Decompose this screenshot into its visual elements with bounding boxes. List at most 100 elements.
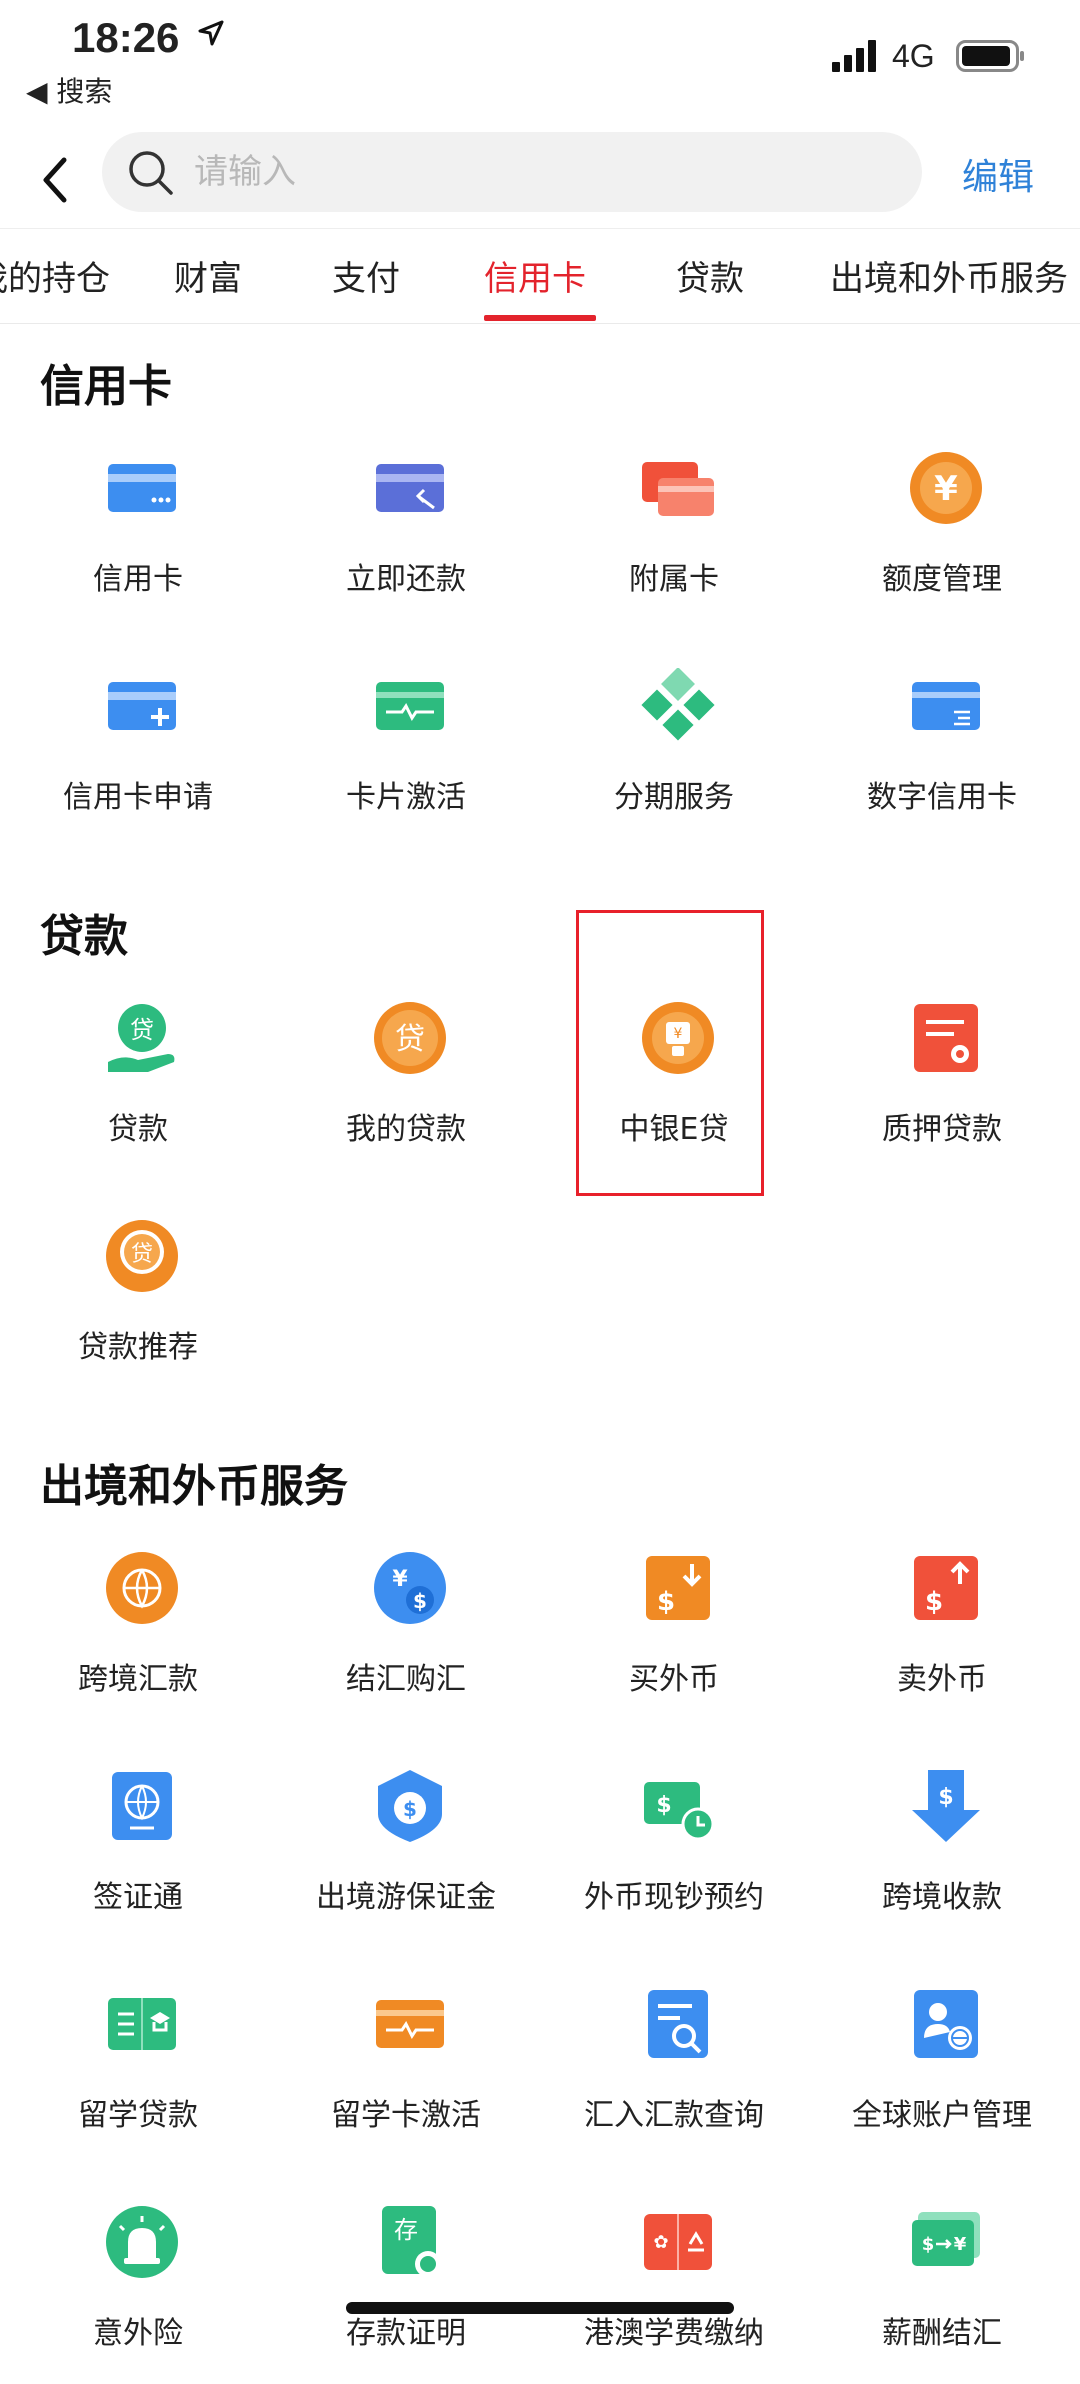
service-label: 贷款 — [108, 1112, 168, 1147]
service-global-account[interactable]: 全球账户管理 — [808, 1986, 1076, 2166]
service-remittance-query[interactable]: 汇入汇款查询 — [540, 1986, 808, 2166]
service-credit-card[interactable]: 信用卡 — [4, 450, 272, 630]
svg-text:贷: 贷 — [131, 1242, 153, 1267]
service-supplementary-card[interactable]: 附属卡 — [540, 450, 808, 630]
global-account-icon — [914, 1990, 978, 2058]
highlight-box — [576, 910, 764, 1196]
service-cross-border-receive[interactable]: $ 跨境收款 — [808, 1768, 1076, 1948]
status-bar: 18:26 ◀ 搜索 4G — [0, 0, 1080, 120]
section-title-overseas: 出境和外币服务 — [40, 1461, 348, 1512]
service-sell-currency[interactable]: $ 卖外币 — [808, 1550, 1076, 1730]
svg-text:$: $ — [938, 1785, 953, 1810]
service-label: 港澳学费缴纳 — [584, 2316, 764, 2351]
service-label: 立即还款 — [346, 562, 466, 597]
edit-button[interactable]: 编辑 — [962, 148, 1034, 200]
svg-text:¥: ¥ — [934, 469, 958, 509]
service-buy-currency[interactable]: $ 买外币 — [540, 1550, 808, 1730]
service-accident-insurance[interactable]: 意外险 — [4, 2204, 272, 2384]
service-label: 意外险 — [93, 2316, 183, 2351]
service-label: 我的贷款 — [346, 1112, 466, 1147]
service-label: 跨境收款 — [882, 1880, 1002, 1915]
service-label: 买外币 — [629, 1662, 719, 1697]
svg-text:¥: ¥ — [392, 1567, 408, 1592]
service-label: 贷款推荐 — [78, 1330, 198, 1365]
status-time: 18:26 — [72, 14, 180, 61]
service-visa[interactable]: 签证通 — [4, 1768, 272, 1948]
tab-wealth[interactable]: 财富 — [174, 251, 242, 300]
tab-overseas-services[interactable]: 出境和外币服务 — [830, 251, 1068, 300]
study-card-icon — [376, 2000, 444, 2048]
service-label: 外币现钞预约 — [584, 1880, 764, 1915]
location-arrow-icon — [198, 20, 224, 46]
service-repay-now[interactable]: 立即还款 — [272, 450, 540, 630]
service-hk-macau-tuition[interactable]: ✿ 港澳学费缴纳 — [540, 2204, 808, 2384]
service-label: 跨境汇款 — [78, 1662, 198, 1697]
service-deposit-certificate[interactable]: 存 存款证明 — [272, 2204, 540, 2384]
service-label: 数字信用卡 — [867, 780, 1017, 815]
service-label: 留学贷款 — [78, 2098, 198, 2133]
sell-currency-icon: $ — [914, 1556, 978, 1620]
loan-recommend-icon: 贷 — [106, 1220, 178, 1292]
svg-text:¥: ¥ — [954, 2234, 967, 2255]
service-salary-exchange[interactable]: $ ¥ 薪酬结汇 — [808, 2204, 1076, 2384]
pledge-loan-icon — [914, 1004, 978, 1072]
network-type: 4G — [892, 38, 935, 74]
tab-holdings[interactable]: 我的持仓 — [0, 251, 110, 300]
search-input[interactable] — [194, 132, 894, 212]
service-label: 留学卡激活 — [331, 2098, 481, 2133]
service-loan[interactable]: 贷 贷款 — [4, 1000, 272, 1180]
my-loan-icon: 贷 — [374, 1002, 446, 1074]
exchange-coin-icon: ¥$ — [374, 1552, 446, 1624]
service-label: 额度管理 — [882, 562, 1002, 597]
service-study-loan[interactable]: 留学贷款 — [4, 1986, 272, 2166]
tuition-icon: ✿ — [644, 2214, 712, 2270]
service-loan-recommend[interactable]: 贷 贷款推荐 — [4, 1218, 272, 1398]
cash-reserve-icon: $ — [644, 1782, 715, 1841]
buy-currency-icon: $ — [646, 1556, 710, 1620]
service-exchange[interactable]: ¥ $ 结汇购汇 — [272, 1550, 540, 1730]
service-label: 信用卡 — [93, 562, 183, 597]
back-to-search-app[interactable]: ◀ 搜索 — [26, 70, 112, 110]
service-limit-management[interactable]: ¥ 额度管理 — [808, 450, 1076, 630]
yen-coin-icon: ¥ — [910, 452, 982, 524]
home-indicator[interactable] — [346, 2302, 734, 2314]
service-label: 质押贷款 — [882, 1112, 1002, 1147]
svg-text:贷: 贷 — [130, 1016, 154, 1044]
service-pledge-loan[interactable]: 质押贷款 — [808, 1000, 1076, 1180]
installment-icon — [641, 668, 715, 741]
study-loan-icon — [108, 1998, 176, 2050]
digital-card-icon — [912, 682, 980, 730]
section-title-credit-card: 信用卡 — [40, 361, 172, 412]
tab-loans[interactable]: 贷款 — [676, 251, 744, 300]
tab-credit-card[interactable]: 信用卡 — [484, 251, 586, 300]
section-title-loans: 贷款 — [40, 911, 128, 962]
service-label: 出境游保证金 — [316, 1880, 496, 1915]
tab-payment[interactable]: 支付 — [332, 251, 400, 300]
service-label: 结汇购汇 — [346, 1662, 466, 1697]
service-label: 卖外币 — [897, 1662, 987, 1697]
back-arrow-icon[interactable] — [34, 150, 74, 210]
service-study-card-activation[interactable]: 留学卡激活 — [272, 1986, 540, 2166]
visa-icon — [112, 1772, 172, 1840]
deposit-shield-icon: $ — [378, 1770, 442, 1842]
service-cross-border-remit[interactable]: 跨境汇款 — [4, 1550, 272, 1730]
svg-text:✿: ✿ — [653, 2232, 668, 2253]
service-label: 附属卡 — [629, 562, 719, 597]
service-travel-deposit[interactable]: $ 出境游保证金 — [272, 1768, 540, 1948]
card-activate-icon — [376, 682, 444, 730]
globe-coin-icon — [106, 1552, 178, 1624]
service-label: 卡片激活 — [346, 780, 466, 815]
svg-text:贷: 贷 — [395, 1022, 425, 1057]
service-my-loans[interactable]: 贷 我的贷款 — [272, 1000, 540, 1180]
salary-exchange-icon: $ ¥ — [912, 2212, 980, 2266]
deposit-cert-icon: 存 — [382, 2206, 441, 2277]
svg-text:$: $ — [413, 1589, 427, 1613]
service-label: 存款证明 — [346, 2316, 466, 2351]
service-card-activation[interactable]: 卡片激活 — [272, 668, 540, 848]
search-box[interactable] — [102, 132, 922, 212]
service-installment[interactable]: 分期服务 — [540, 668, 808, 848]
service-cash-reservation[interactable]: $ 外币现钞预约 — [540, 1768, 808, 1948]
service-card-application[interactable]: 信用卡申请 — [4, 668, 272, 848]
credit-card-icon — [108, 464, 176, 512]
service-digital-card[interactable]: 数字信用卡 — [808, 668, 1076, 848]
